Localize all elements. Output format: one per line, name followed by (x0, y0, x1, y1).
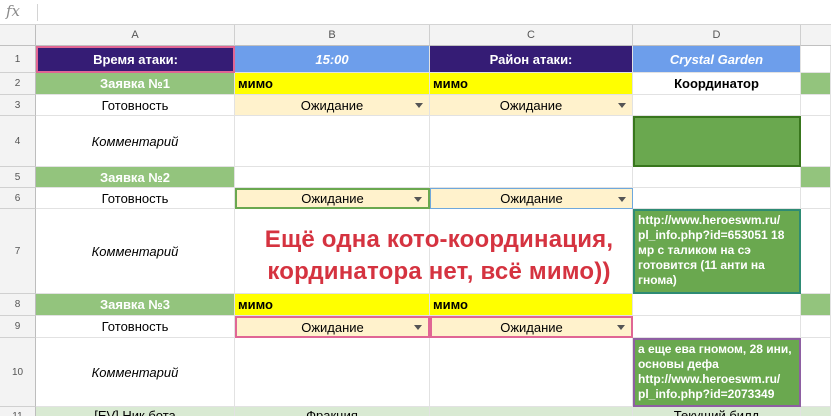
chevron-down-icon[interactable] (414, 325, 422, 330)
cell-e8[interactable] (801, 294, 831, 316)
cell-e1[interactable] (801, 46, 831, 73)
cell-e2[interactable] (801, 73, 831, 95)
cell-e3[interactable] (801, 95, 831, 116)
cell-d10-comment[interactable]: а еще ева гномом, 28 ини, основы дефа ht… (633, 338, 801, 407)
cell-c9-status-dropdown[interactable]: Ожидание (430, 316, 633, 338)
cell-e4[interactable] (801, 116, 831, 167)
cell-c2[interactable]: мимо (430, 73, 633, 95)
row-header-2[interactable]: 2 (0, 73, 36, 95)
row-header-3[interactable]: 3 (0, 95, 36, 116)
cell-a5[interactable]: Заявка №2 (36, 167, 235, 188)
column-header-b[interactable]: B (235, 25, 430, 46)
column-header-c[interactable]: C (430, 25, 633, 46)
cell-a4[interactable]: Комментарий (36, 116, 235, 167)
select-all-corner[interactable] (0, 25, 36, 46)
cell-c6-status-dropdown[interactable]: Ожидание (430, 188, 633, 209)
cell-e7[interactable] (801, 209, 831, 294)
column-header-d[interactable]: D (633, 25, 801, 46)
chevron-down-icon[interactable] (618, 103, 626, 108)
cell-c4[interactable] (430, 116, 633, 167)
cell-c8[interactable]: мимо (430, 294, 633, 316)
cell-b3-status-dropdown[interactable]: Ожидание (235, 95, 430, 116)
cell-c3-status-dropdown[interactable]: Ожидание (430, 95, 633, 116)
cell-d5[interactable] (633, 167, 801, 188)
cell-d1[interactable]: Crystal Garden (633, 46, 801, 73)
cell-b10[interactable] (235, 338, 430, 407)
row-header-6[interactable]: 6 (0, 188, 36, 209)
cell-c1[interactable]: Район атаки: (430, 46, 633, 73)
cell-b2[interactable]: мимо (235, 73, 430, 95)
cell-a1[interactable]: Время атаки: (36, 46, 235, 73)
cell-d9[interactable] (633, 316, 801, 338)
row-header-1[interactable]: 1 (0, 46, 36, 73)
cell-d4[interactable] (633, 116, 801, 167)
formula-input[interactable] (40, 0, 831, 24)
column-header-a[interactable]: A (36, 25, 235, 46)
overlay-line-1: Ещё одна кото-координация, (264, 226, 614, 253)
cell-d2[interactable]: Координатор (633, 73, 801, 95)
formula-bar: fx (0, 0, 831, 25)
cell-b9-status-dropdown[interactable]: Ожидание (235, 316, 430, 338)
cell-c10[interactable] (430, 338, 633, 407)
formula-separator (37, 4, 38, 21)
cell-e11[interactable] (801, 407, 831, 416)
cell-e5[interactable] (801, 167, 831, 188)
row-header-4[interactable]: 4 (0, 116, 36, 167)
cell-a10[interactable]: Комментарий (36, 338, 235, 407)
cell-d11[interactable]: Текущий билд (633, 407, 801, 416)
cell-a11[interactable]: [EV] Ник бота (36, 407, 235, 416)
row-header-5[interactable]: 5 (0, 167, 36, 188)
cell-b5[interactable] (235, 167, 430, 188)
column-header-e[interactable] (801, 25, 831, 46)
cell-b11[interactable]: Фракция (235, 407, 430, 416)
cell-d7-comment[interactable]: http://www.heroeswm.ru/ pl_info.php?id=6… (633, 209, 801, 294)
cell-e10[interactable] (801, 338, 831, 407)
cell-b6-status-dropdown[interactable]: Ожидание (235, 188, 430, 209)
row-header-8[interactable]: 8 (0, 294, 36, 316)
cell-b8[interactable]: мимо (235, 294, 430, 316)
row-header-7[interactable]: 7 (0, 209, 36, 294)
overlay-line-2: кординатора нет, всё мимо)) (267, 258, 611, 285)
chevron-down-icon[interactable] (618, 196, 626, 202)
chevron-down-icon[interactable] (414, 196, 422, 202)
cell-d3[interactable] (633, 95, 801, 116)
cell-a6[interactable]: Готовность (36, 188, 235, 209)
cell-e9[interactable] (801, 316, 831, 338)
cell-c11[interactable] (430, 407, 633, 416)
cell-a8[interactable]: Заявка №3 (36, 294, 235, 316)
cell-a7[interactable]: Комментарий (36, 209, 235, 294)
row-header-11[interactable]: 11 (0, 407, 36, 416)
row-header-10[interactable]: 10 (0, 338, 36, 407)
chevron-down-icon[interactable] (617, 325, 625, 330)
overlay-caption: Ещё одна кото-координация, кординатора н… (254, 224, 624, 288)
row-header-9[interactable]: 9 (0, 316, 36, 338)
cell-e6[interactable] (801, 188, 831, 209)
cell-d8[interactable] (633, 294, 801, 316)
cell-a9[interactable]: Готовность (36, 316, 235, 338)
cell-a3[interactable]: Готовность (36, 95, 235, 116)
cell-c5[interactable] (430, 167, 633, 188)
chevron-down-icon[interactable] (415, 103, 423, 108)
fx-icon: fx (6, 2, 21, 20)
cell-a2[interactable]: Заявка №1 (36, 73, 235, 95)
cell-b4[interactable] (235, 116, 430, 167)
cell-b1[interactable]: 15:00 (235, 46, 430, 73)
cell-d6[interactable] (633, 188, 801, 209)
